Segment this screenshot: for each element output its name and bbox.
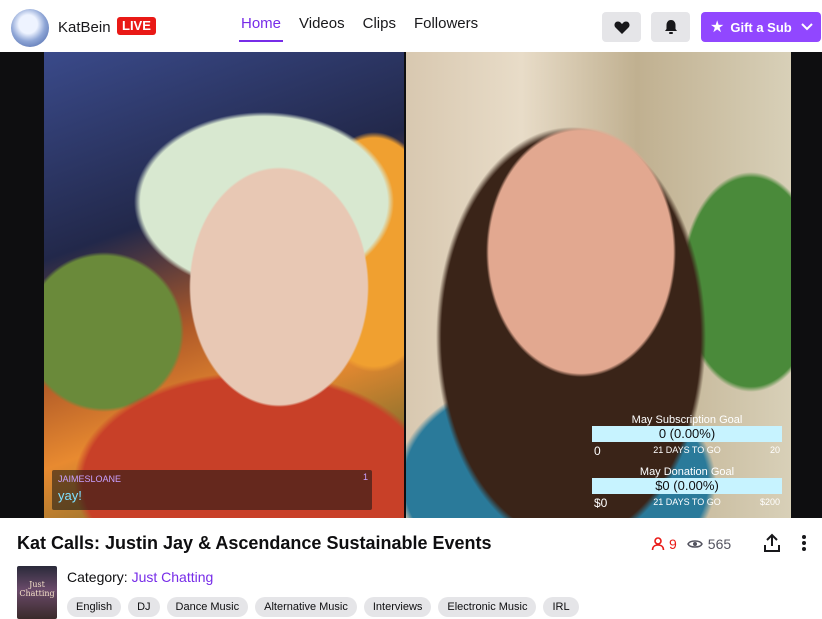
eye-icon bbox=[686, 540, 703, 548]
goal-days: 21 DAYS TO GO bbox=[653, 445, 721, 455]
tag-list: English DJ Dance Music Alternative Music… bbox=[67, 597, 579, 617]
sub-badge-icon: 1 bbox=[362, 472, 368, 482]
channel-header: KatBein LIVE Home Videos Clips Followers… bbox=[0, 0, 822, 52]
goal-title: May Subscription Goal bbox=[631, 414, 743, 426]
gift-sub-label: Gift a Sub bbox=[730, 19, 792, 35]
video-player[interactable]: JAIMESLOANE yay! 1 May Subscription Goal… bbox=[0, 52, 822, 518]
viewer-stats: 9 565 bbox=[651, 536, 731, 552]
tag-irl[interactable]: IRL bbox=[543, 597, 579, 617]
notifications-button[interactable] bbox=[651, 12, 690, 42]
goal-max: $200 bbox=[759, 497, 780, 507]
webcam-feed-left bbox=[44, 52, 404, 518]
follow-button[interactable] bbox=[602, 12, 641, 42]
heart-icon bbox=[613, 21, 630, 34]
gift-sub-button[interactable]: ★ Gift a Sub bbox=[701, 12, 821, 42]
tab-clips[interactable]: Clips bbox=[354, 0, 405, 52]
more-vertical-icon bbox=[802, 535, 806, 551]
view-count: 565 bbox=[686, 536, 732, 552]
chevron-down-icon bbox=[801, 23, 813, 31]
channel-avatar[interactable] bbox=[11, 9, 49, 47]
star-icon: ★ bbox=[710, 19, 725, 36]
subscription-goal: May Subscription Goal 0 (0.00%) 0 21 DAY… bbox=[592, 414, 782, 458]
category-thumbnail[interactable]: Just Chatting bbox=[17, 566, 57, 619]
more-options-button[interactable] bbox=[801, 533, 813, 558]
donation-goal: May Donation Goal $0 (0.00%) $0 21 DAYS … bbox=[592, 466, 782, 510]
tag-interviews[interactable]: Interviews bbox=[363, 597, 432, 617]
bell-icon bbox=[664, 20, 677, 34]
goal-max: 20 bbox=[769, 445, 780, 455]
tab-followers[interactable]: Followers bbox=[405, 0, 487, 52]
tag-dj[interactable]: DJ bbox=[128, 597, 160, 617]
channel-nav: Home Videos Clips Followers bbox=[232, 0, 487, 52]
chat-username: JAIMESLOANE bbox=[58, 474, 122, 484]
share-button[interactable] bbox=[763, 533, 781, 558]
channel-name[interactable]: KatBein bbox=[58, 19, 111, 36]
live-badge: LIVE bbox=[117, 17, 156, 35]
viewer-count: 9 bbox=[651, 536, 677, 552]
tag-electronic-music[interactable]: Electronic Music bbox=[438, 597, 537, 617]
chat-overlay: JAIMESLOANE yay! 1 bbox=[52, 470, 372, 510]
tag-dance-music[interactable]: Dance Music bbox=[166, 597, 249, 617]
category-line: Category: Just Chatting bbox=[67, 569, 213, 585]
category-thumbnail-text: Just Chatting bbox=[19, 580, 55, 598]
goal-days: 21 DAYS TO GO bbox=[653, 497, 721, 507]
goal-value: $0 (0.00%) bbox=[592, 478, 782, 494]
viewer-count-value: 9 bbox=[669, 536, 677, 552]
chat-message: yay! bbox=[58, 488, 82, 503]
tab-home[interactable]: Home bbox=[232, 0, 290, 52]
tag-alternative-music[interactable]: Alternative Music bbox=[255, 597, 357, 617]
tag-english[interactable]: English bbox=[67, 597, 122, 617]
stream-title: Kat Calls: Justin Jay & Ascendance Susta… bbox=[17, 533, 492, 553]
share-icon bbox=[764, 533, 780, 552]
goal-title: May Donation Goal bbox=[639, 466, 735, 478]
person-icon bbox=[651, 537, 665, 551]
category-label: Category: bbox=[67, 569, 128, 585]
goal-value: 0 (0.00%) bbox=[592, 426, 782, 442]
category-link[interactable]: Just Chatting bbox=[132, 569, 214, 585]
tab-videos[interactable]: Videos bbox=[290, 0, 354, 52]
view-count-value: 565 bbox=[707, 536, 732, 552]
